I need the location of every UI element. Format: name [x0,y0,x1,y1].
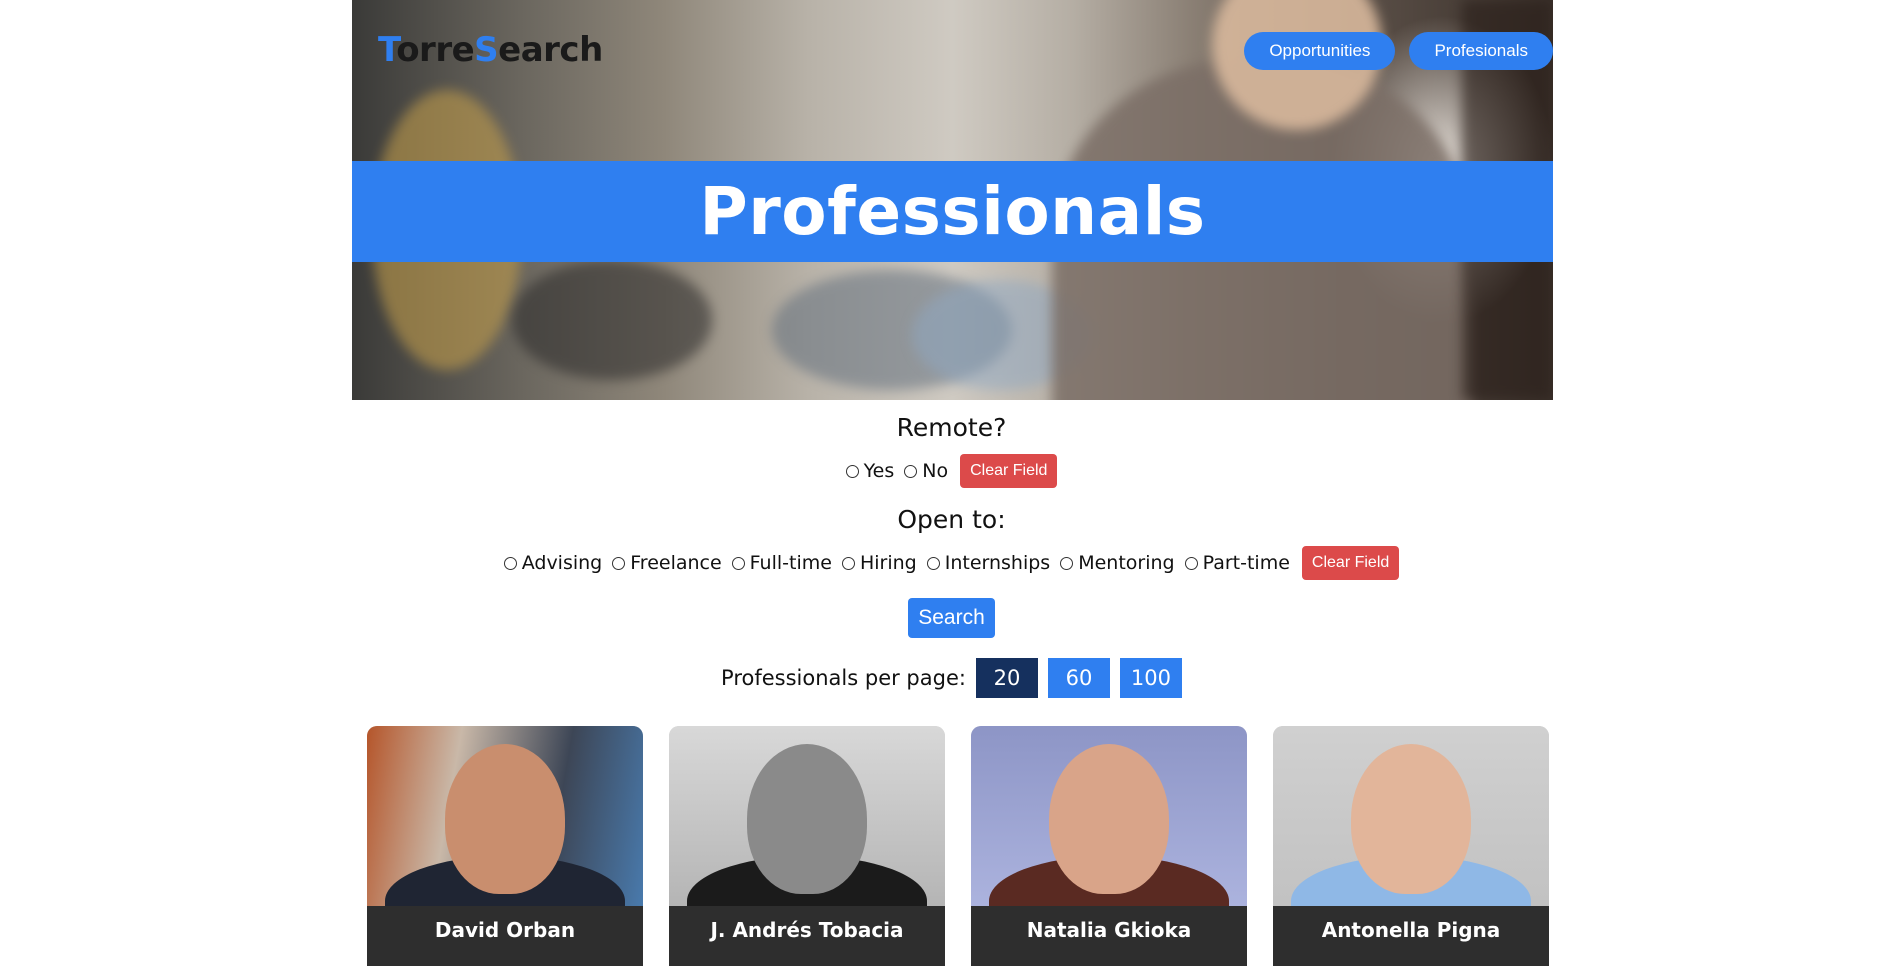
remote-option-no[interactable]: No [904,460,948,482]
filters-section: Remote? Yes No Clear Field Open to: Advi… [0,400,1903,698]
open-to-option-label: Full-time [749,552,832,574]
open-to-option-label: Part-time [1202,552,1290,574]
open-to-option-label: Hiring [859,552,917,574]
radio-part-time[interactable] [1184,556,1198,570]
open-to-options: Advising Freelance Full-time Hiring Inte… [0,546,1903,580]
page: TorreSearch Opportunities Profesionals P… [0,0,1903,966]
per-page-label: Professionals per page: [721,666,966,690]
per-page-selector: Professionals per page: 20 60 100 [0,658,1903,698]
professional-name: David Orban [367,906,643,966]
professional-name: J. Andrés Tobacia [669,906,945,966]
open-to-option-full-time[interactable]: Full-time [731,552,832,574]
professional-card[interactable]: Natalia Gkioka [971,726,1247,966]
radio-freelance[interactable] [612,556,626,570]
remote-option-label: No [922,460,949,482]
per-page-option-20[interactable]: 20 [975,658,1038,698]
open-to-clear-button[interactable]: Clear Field [1301,546,1400,580]
radio-internships[interactable] [926,556,940,570]
remote-option-label: Yes [863,460,895,482]
professional-card[interactable]: David Orban [367,726,643,966]
remote-filter-title: Remote? [896,413,1007,442]
brand-letter-s: S [474,30,499,70]
brand-logo[interactable]: TorreSearch [378,30,603,70]
open-to-option-label: Freelance [630,552,722,574]
remote-options: Yes No Clear Field [0,454,1903,488]
brand-part-orre: orre [396,30,475,70]
professional-card[interactable]: J. Andrés Tobacia [669,726,945,966]
search-button[interactable]: Search [908,598,995,638]
per-page-option-100[interactable]: 100 [1119,658,1182,698]
open-to-option-label: Advising [521,552,603,574]
professional-card[interactable]: Antonella Pigna [1273,726,1549,966]
professional-name: Natalia Gkioka [971,906,1247,966]
nav-professionals-button[interactable]: Profesionals [1409,32,1553,70]
open-to-option-label: Mentoring [1078,552,1175,574]
per-page-option-60[interactable]: 60 [1047,658,1110,698]
professionals-grid: David Orban J. Andrés Tobacia Natalia Gk… [367,726,1549,966]
open-to-option-freelance[interactable]: Freelance [612,552,722,574]
radio-hiring[interactable] [841,556,855,570]
nav-opportunities-button[interactable]: Opportunities [1244,32,1396,70]
open-to-option-hiring[interactable]: Hiring [841,552,917,574]
open-to-option-internships[interactable]: Internships [926,552,1051,574]
open-to-option-mentoring[interactable]: Mentoring [1060,552,1175,574]
page-title: Professionals [352,161,1553,262]
professional-name: Antonella Pigna [1273,906,1549,966]
radio-advising[interactable] [503,556,517,570]
open-to-option-label: Internships [944,552,1051,574]
remote-clear-button[interactable]: Clear Field [960,454,1058,488]
open-to-option-part-time[interactable]: Part-time [1184,552,1290,574]
open-to-option-advising[interactable]: Advising [503,552,603,574]
top-nav: Opportunities Profesionals [1244,32,1553,70]
open-to-filter-title: Open to: [897,505,1006,534]
radio-mentoring[interactable] [1060,556,1074,570]
radio-no[interactable] [904,464,918,478]
brand-part-earch: earch [498,30,603,70]
remote-option-yes[interactable]: Yes [845,460,895,482]
radio-full-time[interactable] [731,556,745,570]
brand-letter-t: T [378,30,397,70]
radio-yes[interactable] [845,464,859,478]
